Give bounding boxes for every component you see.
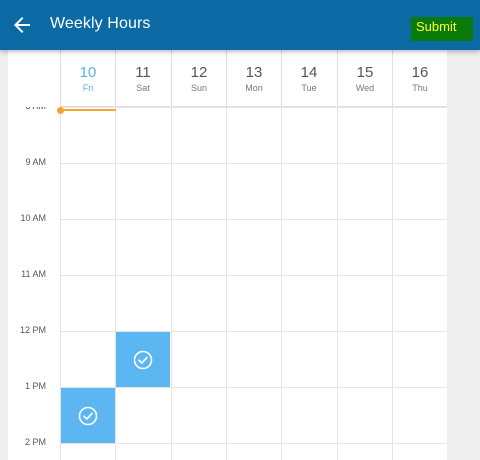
hour-divider	[60, 163, 447, 164]
hour-divider	[60, 219, 447, 220]
week-grid[interactable]: 8 AM 9 AM 10 AM 11 AM 12 PM 1 PM 2 PM	[8, 107, 447, 460]
current-time-line	[60, 109, 116, 111]
day-name: Wed	[355, 83, 375, 93]
hour-divider	[60, 387, 447, 388]
column-divider	[171, 107, 172, 460]
day-number: 13	[245, 64, 263, 81]
column-divider	[337, 107, 338, 460]
back-button[interactable]	[10, 13, 34, 37]
time-label: 12 PM	[19, 325, 46, 335]
day-name: Tue	[301, 83, 317, 93]
day-number: 15	[356, 64, 374, 81]
day-number: 14	[300, 64, 318, 81]
time-label: 9 AM	[25, 157, 46, 167]
right-gutter	[447, 50, 480, 460]
column-divider	[392, 107, 393, 460]
time-label: 8 AM	[8, 107, 46, 111]
day-header-fri[interactable]: 10 Fri	[60, 50, 115, 107]
left-gutter	[0, 50, 8, 460]
day-name: Sun	[190, 83, 207, 93]
app-bar: Weekly Hours Submit	[0, 0, 480, 50]
day-header-mon[interactable]: 13 Mon	[226, 50, 281, 107]
page-title: Weekly Hours	[50, 15, 151, 32]
hour-divider	[60, 275, 447, 276]
day-header-sat[interactable]: 11 Sat	[115, 50, 170, 107]
day-name: Fri	[82, 83, 94, 93]
column-divider	[281, 107, 282, 460]
time-label: 1 PM	[24, 381, 46, 391]
column-divider	[226, 107, 227, 460]
selected-slot[interactable]	[116, 332, 170, 387]
day-name: Mon	[245, 83, 263, 93]
arrow-left-icon	[14, 17, 30, 33]
day-number: 12	[190, 64, 208, 81]
time-label: 2 PM	[24, 437, 46, 447]
day-number: 11	[135, 64, 151, 81]
day-name: Thu	[412, 83, 428, 93]
day-header-tue[interactable]: 14 Tue	[281, 50, 336, 107]
column-divider	[115, 107, 116, 460]
day-number: 10	[79, 64, 97, 81]
selected-slot[interactable]	[61, 388, 115, 443]
check-circle-icon	[133, 350, 153, 370]
day-header-sun[interactable]: 12 Sun	[171, 50, 226, 107]
day-header-thu[interactable]: 16 Thu	[392, 50, 447, 107]
hour-divider	[60, 443, 447, 444]
day-number: 16	[411, 64, 429, 81]
day-name: Sat	[136, 83, 150, 93]
time-label: 11 AM	[21, 269, 46, 279]
day-header-wed[interactable]: 15 Wed	[337, 50, 392, 107]
time-label: 10 AM	[20, 213, 46, 223]
hour-divider	[60, 107, 447, 108]
check-circle-icon	[78, 406, 98, 426]
submit-button[interactable]: Submit	[411, 17, 473, 41]
